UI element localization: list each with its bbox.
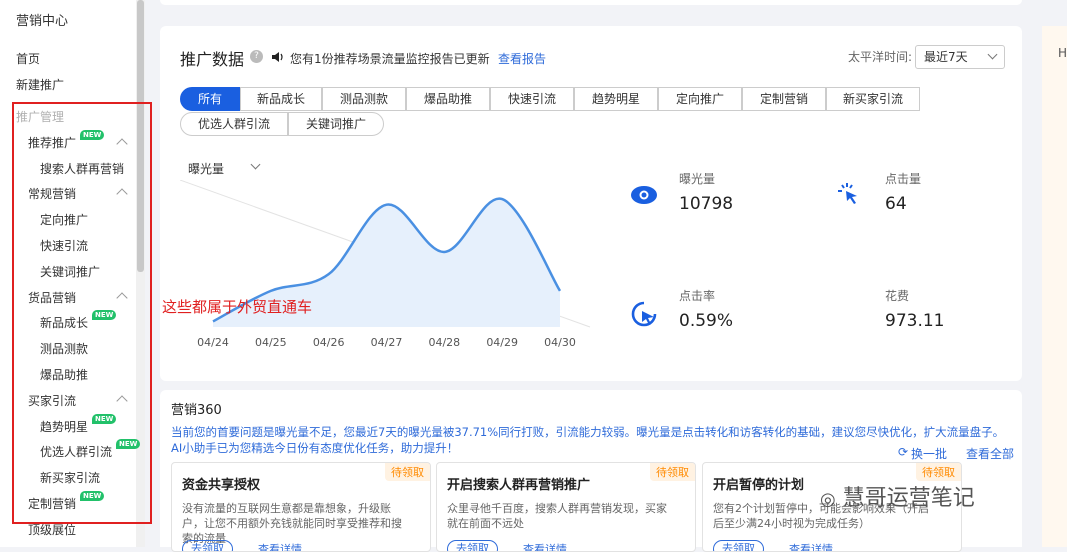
time-range-select[interactable]: 最近7天 (915, 45, 1005, 69)
claim-button[interactable]: 去领取 (713, 540, 764, 551)
metric-label-clicks: 点击量 (885, 172, 922, 186)
chart-x-tick-label: 04/24 (197, 336, 229, 349)
view-report-link[interactable]: 查看报告 (498, 50, 546, 67)
speaker-icon (272, 52, 283, 62)
chart-x-tick-label: 04/28 (428, 336, 460, 349)
page-title: 推广数据 (180, 50, 245, 69)
tab-targeted[interactable]: 定向推广 (658, 87, 742, 111)
exposure-line-chart: 04/24 04/25 04/26 04/27 04/28 04/29 04/30 (180, 180, 591, 349)
annotation-text: 这些都属于外贸直通车 (162, 298, 313, 316)
top-strip (160, 0, 1022, 5)
sidebar-item-create-promo[interactable]: 新建推广 (16, 76, 64, 93)
metric-value-exposure: 10798 (679, 194, 734, 214)
wechat-icon: ◎ (820, 489, 836, 510)
sidebar-app-title: 营销中心 (16, 14, 69, 29)
help-icon[interactable]: ? (250, 50, 263, 63)
metric-value-ctr: 0.59% (679, 311, 734, 331)
tab-test-product[interactable]: 测品测款 (322, 87, 406, 111)
chart-x-tick-label: 04/29 (486, 336, 518, 349)
tab-fast-traffic[interactable]: 快速引流 (490, 87, 574, 111)
marketing360-title: 营销360 (171, 403, 222, 418)
watermark-text: 慧哥运营笔记 (842, 486, 975, 511)
tab-new-growth[interactable]: 新品成长 (240, 87, 322, 111)
sidebar-item-home[interactable]: 首页 (16, 50, 40, 67)
chart-x-tick-label: 04/25 (255, 336, 287, 349)
chart-x-tick-label: 04/26 (313, 336, 345, 349)
tab-keyword[interactable]: 关键词推广 (288, 112, 384, 136)
time-label: 太平洋时间: (848, 50, 913, 64)
tab-trend-star[interactable]: 趋势明星 (574, 87, 658, 111)
view-all-link[interactable]: 查看全部 (966, 445, 1014, 462)
metric-value-spend: 973.11 (885, 311, 945, 331)
tab-new-buyer[interactable]: 新买家引流 (826, 87, 920, 111)
refresh-batch-link[interactable]: 换一批 (911, 445, 947, 462)
rec-card-tag: 待领取 (650, 463, 695, 481)
chart-x-tick-label: 04/27 (371, 336, 403, 349)
time-range-value: 最近7天 (924, 50, 968, 64)
tab-premium-audience[interactable]: 优选人群引流 (180, 112, 288, 136)
rec-card-desc: 众里寻他千百度，搜索人群再营销发现，买家就在前面不远处 (447, 502, 667, 530)
claim-button[interactable]: 去领取 (447, 540, 498, 551)
watermark: ◎ 慧哥运营笔记 (820, 480, 975, 512)
notice-text: 您有1份推荐场景流量监控报告已更新 (290, 52, 490, 66)
rec-card-tag: 待领取 (916, 463, 961, 481)
marketing360-description: 当前您的首要问题是曝光量不足，您最近7天的曝光量被37.71%同行打败，引流能力… (171, 425, 1005, 455)
rec-card-title: 资金共享授权 (182, 478, 261, 493)
rec-card-title: 开启暂停的计划 (713, 478, 805, 493)
tab-boost[interactable]: 爆品助推 (406, 87, 490, 111)
chart-ticks-group: 04/24 04/25 04/26 04/27 04/28 04/29 04/30 (197, 336, 576, 349)
click-icon (838, 183, 857, 204)
chevron-down-icon (987, 49, 998, 60)
rec-card[interactable]: 开启搜索人群再营销推广 待领取 众里寻他千百度，搜索人群再营销发现，买家就在前面… (436, 462, 696, 552)
claim-button[interactable]: 去领取 (182, 540, 233, 551)
metric-label-ctr: 点击率 (679, 289, 716, 303)
ctr-icon (631, 301, 657, 327)
chart-metric-select[interactable]: 曝光量 (188, 160, 224, 177)
eye-icon (631, 186, 657, 204)
annotation-highlight-box (12, 102, 152, 524)
chart-x-tick-label: 04/30 (544, 336, 576, 349)
rec-card[interactable]: 资金共享授权 待领取 没有流量的互联网生意都是靠想象，升级账户，让您不用额外充钱… (171, 462, 431, 552)
metric-label-exposure: 曝光量 (679, 172, 716, 186)
rec-card-title: 开启搜索人群再营销推广 (447, 478, 591, 493)
metric-value-clicks: 64 (885, 194, 907, 214)
right-panel-letter: H (1058, 46, 1067, 60)
right-panel: H (1042, 26, 1067, 547)
rec-card-tag: 待领取 (385, 463, 430, 481)
tab-custom[interactable]: 定制营销 (742, 87, 826, 111)
metric-label-spend: 花费 (885, 289, 910, 303)
refresh-icon[interactable]: ⟳ (898, 445, 908, 459)
tab-all[interactable]: 所有 (180, 87, 240, 111)
